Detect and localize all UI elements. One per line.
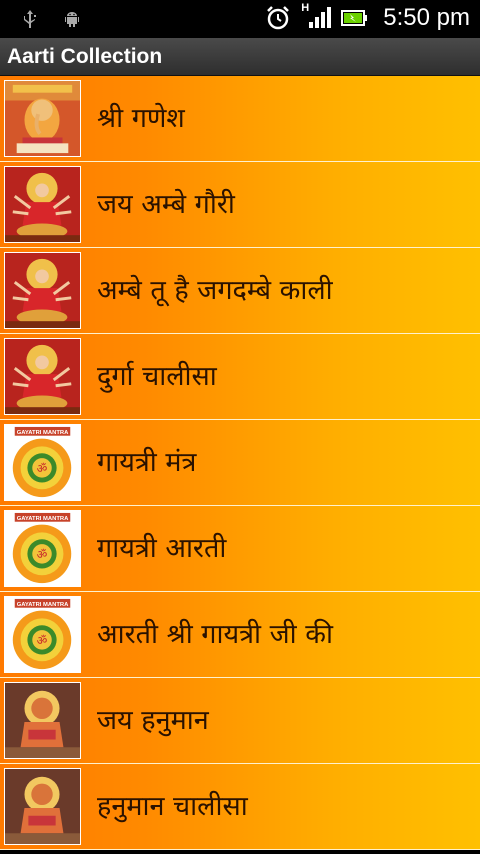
hanuman-image <box>4 768 81 845</box>
durga-image <box>4 166 81 243</box>
hanuman-image <box>4 682 81 759</box>
gayatri-mantra-image: GAYATRI MANTRA ॐ <box>4 596 81 673</box>
list-item-label: दुर्गा चालीसा <box>97 361 217 392</box>
list-item[interactable]: GAYATRI MANTRA ॐ आरती श्री गायत्री जी की <box>0 592 480 678</box>
durga-image <box>4 252 81 329</box>
list-item[interactable]: GAYATRI MANTRA ॐ गायत्री आरती <box>0 506 480 592</box>
aarti-list: श्री गणेश जय अम्बे गौरी अम्बे तू है जगदम… <box>0 76 480 854</box>
list-item-label: जय हनुमान <box>97 705 209 736</box>
list-item-label: जय अम्बे गौरी <box>97 189 235 220</box>
list-item[interactable]: अम्बे तू है जगदम्बे काली <box>0 248 480 334</box>
svg-text:ॐ: ॐ <box>37 462 48 476</box>
status-bar-system: H 5:50 pm <box>265 2 470 32</box>
title-bar: Aarti Collection <box>0 38 480 76</box>
svg-text:ॐ: ॐ <box>37 548 48 562</box>
alarm-clock-icon <box>265 5 291 31</box>
list-item[interactable]: हनुमान चालीसा <box>0 764 480 850</box>
durga-image <box>4 338 81 415</box>
list-item-label: गायत्री मंत्र <box>97 447 197 478</box>
usb-icon <box>20 9 40 29</box>
ganesh-image <box>4 80 81 157</box>
list-item[interactable]: दुर्गा चालीसा <box>0 334 480 420</box>
list-item[interactable]: जय अम्बे गौरी <box>0 162 480 248</box>
gayatri-mantra-image: GAYATRI MANTRA ॐ <box>4 510 81 587</box>
list-item-label: श्री गणेश <box>97 103 185 134</box>
image-caption: GAYATRI MANTRA <box>17 602 69 608</box>
signal-icon: H <box>301 2 332 32</box>
list-item-label: हनुमान चालीसा <box>97 791 248 822</box>
svg-text:ॐ: ॐ <box>37 634 48 648</box>
list-item[interactable]: श्री गणेश <box>0 76 480 162</box>
list-item-label: गायत्री आरती <box>97 533 227 564</box>
battery-icon <box>341 8 368 28</box>
list-item-label: अम्बे तू है जगदम्बे काली <box>97 275 333 306</box>
status-bar: H 5:50 pm <box>0 0 480 38</box>
status-time: 5:50 pm <box>383 4 470 31</box>
list-item[interactable]: जय हनुमान <box>0 678 480 764</box>
gayatri-mantra-image: GAYATRI MANTRA ॐ <box>4 424 81 501</box>
list-item[interactable]: GAYATRI MANTRA ॐ गायत्री मंत्र <box>0 420 480 506</box>
status-bar-notifications <box>20 9 82 29</box>
list-item-label: आरती श्री गायत्री जी की <box>97 619 333 650</box>
android-icon <box>62 9 82 29</box>
image-caption: GAYATRI MANTRA <box>17 516 69 522</box>
page-title: Aarti Collection <box>7 45 163 68</box>
image-caption: GAYATRI MANTRA <box>17 430 69 436</box>
